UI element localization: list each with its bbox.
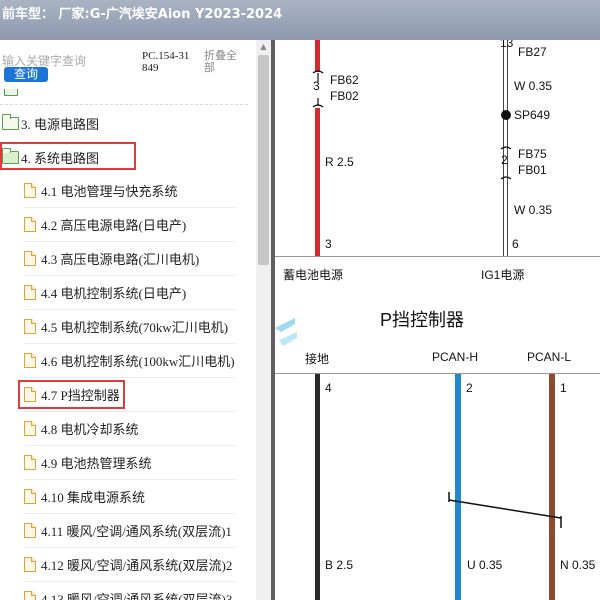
partial-graphic-icon <box>275 318 297 346</box>
fuse-bottom-label: FB01 <box>518 163 547 177</box>
partial-folder-icon <box>4 89 18 96</box>
document-icon <box>24 421 36 436</box>
tree-scrollbar[interactable]: ▲ <box>256 40 271 600</box>
window-title-bar: 前车型： 厂家:G-广汽埃安Aion Y2023-2024 <box>0 0 600 40</box>
wire-spec-label: W 0.35 <box>514 203 553 217</box>
fuse-top-label: FB75 <box>518 147 547 161</box>
search-row: 查询 PC.154-31849 折叠全部 <box>0 40 256 96</box>
pcan-l-wire <box>549 374 555 600</box>
red-wire-segment <box>315 108 320 256</box>
fuse-connector-icon <box>500 146 512 180</box>
tree-item-label: 4.3 高压电源电路(汇川电机) <box>41 252 200 267</box>
tree-item[interactable]: 4.8 电机冷却系统 <box>24 412 236 446</box>
document-icon <box>24 557 36 572</box>
tree-folder-system-circuits[interactable]: 4. 系统电路图 <box>2 140 238 174</box>
document-icon <box>24 251 36 266</box>
top-connector-label: FB27 <box>518 45 547 59</box>
ig1-power-label: IG1电源 <box>481 268 525 282</box>
tree-item-label: 4.5 电机控制系统(70kw汇川电机) <box>41 320 229 335</box>
wire-spec-label: W 0.35 <box>514 79 553 93</box>
ground-pin-number: 4 <box>325 381 332 395</box>
tree-item-label: 4.2 高压电源电路(日电产) <box>41 218 187 233</box>
document-icon <box>24 319 36 334</box>
collapse-all-button[interactable]: 折叠全部 <box>204 50 244 74</box>
pc-code-text: PC.154-31849 <box>142 50 190 74</box>
pcan-h-label: PCAN-H <box>432 350 479 364</box>
tree-item[interactable]: 4.10 集成电源系统 <box>24 480 236 514</box>
top-pin-number: 13 <box>500 40 514 50</box>
tree-item[interactable]: 4.2 高压电源电路(日电产) <box>24 208 236 242</box>
document-icon <box>24 489 36 504</box>
tree-item[interactable]: 4.4 电机控制系统(日电产) <box>24 276 236 310</box>
folder-open-icon <box>2 147 19 164</box>
fuse-top-label: FB62 <box>330 73 359 87</box>
tree-panel: 查询 PC.154-31849 折叠全部 3. 电源电路图 4. 系统电路图 4… <box>0 40 256 600</box>
folder-closed-icon <box>2 113 19 130</box>
tree-item-label: 4.10 集成电源系统 <box>41 490 146 505</box>
pcan-h-pin-number: 2 <box>466 381 473 395</box>
battery-power-label: 蓄电池电源 <box>283 268 344 282</box>
twisted-pair-marker-icon <box>448 492 562 528</box>
document-icon <box>24 387 36 402</box>
document-icon <box>24 523 36 538</box>
pcan-l-pin-number: 1 <box>560 381 567 395</box>
tree-item-label: 4.1 电池管理与快充系统 <box>41 184 178 199</box>
scrollbar-thumb[interactable] <box>258 55 269 265</box>
tree-item-label: 4.6 电机控制系统(100kw汇川电机) <box>41 354 235 369</box>
tree-item[interactable]: 4.5 电机控制系统(70kw汇川电机) <box>24 310 236 344</box>
document-icon <box>24 285 36 300</box>
tree-item[interactable]: 4.3 高压电源电路(汇川电机) <box>24 242 236 276</box>
fuse-bottom-label: FB02 <box>330 89 359 103</box>
document-icon <box>24 183 36 198</box>
tree-item-selected[interactable]: 4.7 P挡控制器 <box>24 378 236 412</box>
tree-item-label: 4.12 暖风/空调/通风系统(双层流)2 <box>41 558 233 573</box>
module-top-border <box>275 256 600 257</box>
wire-spec-label: U 0.35 <box>467 558 503 572</box>
tree-item[interactable]: 4.11 暖风/空调/通风系统(双层流)1 <box>24 514 236 548</box>
module-title: P挡控制器 <box>380 310 465 330</box>
tree-item[interactable]: 4.13 暖风/空调/通风系统(双层流)3 <box>24 582 236 600</box>
connector-pin-label: 6 <box>512 237 519 251</box>
tree-item-label: 4.7 P挡控制器 <box>41 388 120 403</box>
document-icon <box>24 455 36 470</box>
scroll-up-arrow-icon[interactable]: ▲ <box>256 40 271 54</box>
pcan-l-label: PCAN-L <box>527 350 572 364</box>
document-icon <box>24 591 36 600</box>
ground-label: 接地 <box>305 352 330 366</box>
ground-wire <box>315 374 320 600</box>
wiring-diagram-viewer[interactable]: 3 FB62 FB02 R 2.5 3 13 FB27 W 0.35 SP649… <box>275 40 600 600</box>
tree-item[interactable]: 4.1 电池管理与快充系统 <box>24 174 236 208</box>
splice-point-icon <box>501 110 511 120</box>
window-title: 前车型： 厂家:G-广汽埃安Aion Y2023-2024 <box>2 7 283 22</box>
pcan-h-wire <box>455 374 461 600</box>
tree-divider <box>0 104 248 105</box>
wire-spec-label: R 2.5 <box>325 155 354 169</box>
connector-pin-label: 3 <box>325 237 332 251</box>
tree-item-label: 4.4 电机控制系统(日电产) <box>41 286 187 301</box>
tree-item[interactable]: 4.9 电池热管理系统 <box>24 446 236 480</box>
tree-item-label: 4.8 电机冷却系统 <box>41 422 139 437</box>
tree-folder-power-circuits[interactable]: 3. 电源电路图 <box>2 106 238 140</box>
tree-item-label: 4.9 电池热管理系统 <box>41 456 152 471</box>
search-button[interactable]: 查询 <box>4 67 48 82</box>
wire-spec-label: B 2.5 <box>325 558 354 572</box>
tree-item-label: 4.13 暖风/空调/通风系统(双层流)3 <box>41 592 233 600</box>
document-icon <box>24 217 36 232</box>
wire-spec-label: N 0.35 <box>560 558 596 572</box>
tree-item-label: 4.11 暖风/空调/通风系统(双层流)1 <box>41 524 232 539</box>
tree-item[interactable]: 4.12 暖风/空调/通风系统(双层流)2 <box>24 548 236 582</box>
tree-folder-label: 4. 系统电路图 <box>21 150 100 166</box>
splice-label: SP649 <box>514 108 551 122</box>
document-icon <box>24 353 36 368</box>
tree-item[interactable]: 4.6 电机控制系统(100kw汇川电机) <box>24 344 236 378</box>
tree-folder-label: 3. 电源电路图 <box>21 116 100 132</box>
